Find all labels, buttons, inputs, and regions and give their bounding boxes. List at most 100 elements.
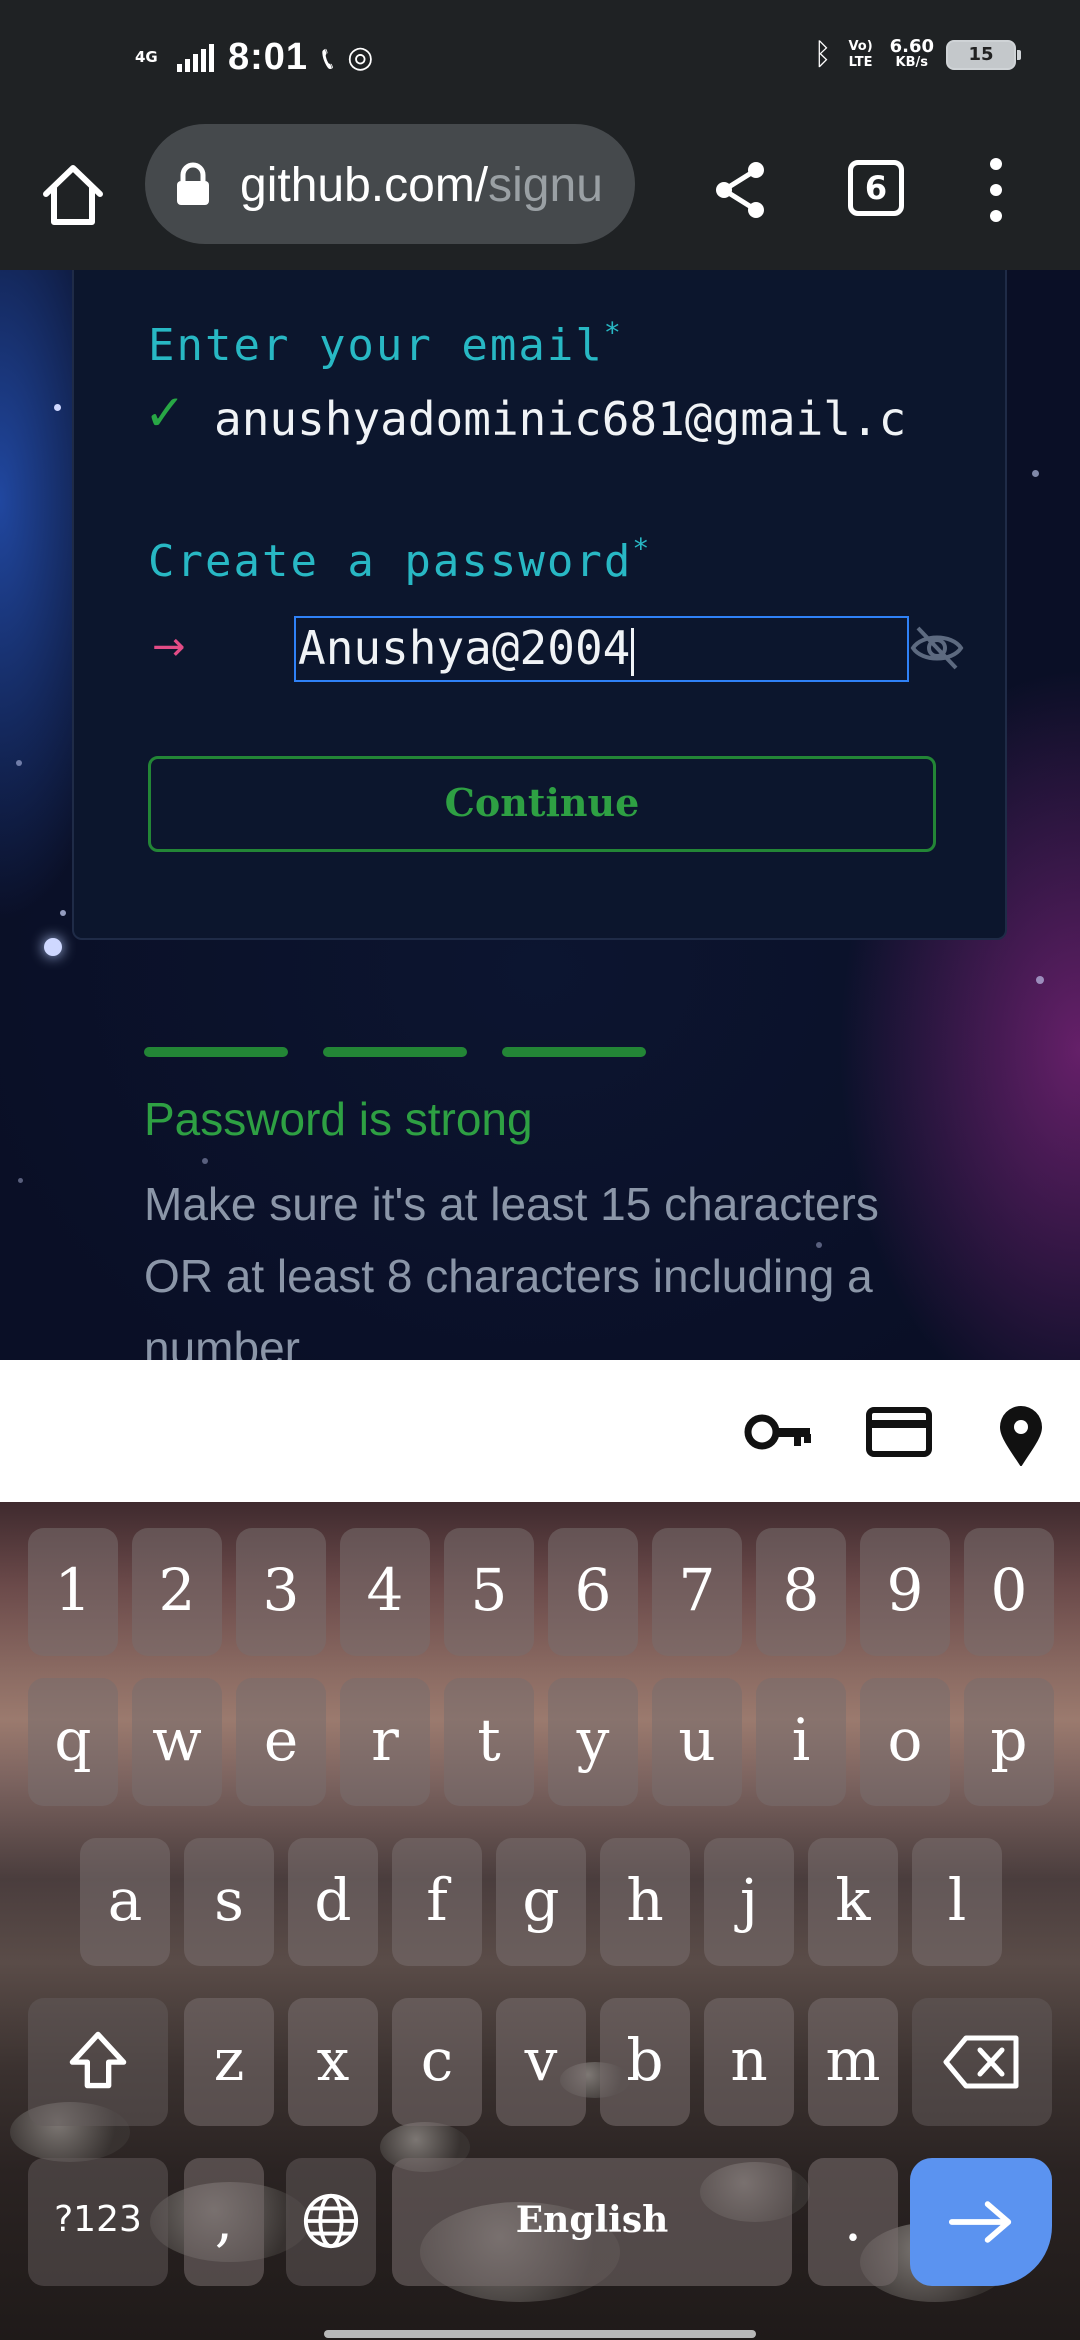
shift-key[interactable]: [28, 1998, 168, 2126]
signup-page: Enter your email* ✓ anushyadominic681@gm…: [0, 270, 1080, 1360]
key-4[interactable]: 4: [340, 1528, 430, 1656]
key-g[interactable]: g: [496, 1838, 586, 1966]
key-y[interactable]: y: [548, 1678, 638, 1806]
background-star: [1036, 976, 1044, 984]
password-strength-text: Password is strong: [144, 1093, 533, 1145]
key-1[interactable]: 1: [28, 1528, 118, 1656]
url-path: signu: [488, 159, 603, 212]
chrome-icon: ◎: [347, 39, 374, 75]
network-speed-value: 6.60: [889, 36, 934, 57]
key-n[interactable]: n: [704, 1998, 794, 2126]
key-2[interactable]: 2: [132, 1528, 222, 1656]
continue-button[interactable]: Continue: [148, 756, 936, 852]
key-7[interactable]: 7: [652, 1528, 742, 1656]
email-label: Enter your email*: [148, 316, 623, 371]
symbols-key[interactable]: ?123: [28, 2158, 168, 2286]
key-r[interactable]: r: [340, 1678, 430, 1806]
key-b[interactable]: b: [600, 1998, 690, 2126]
background-star: [44, 938, 62, 956]
key-z[interactable]: z: [184, 1998, 274, 2126]
key-x[interactable]: x: [288, 1998, 378, 2126]
key-l[interactable]: l: [912, 1838, 1002, 1966]
key-8[interactable]: 8: [756, 1528, 846, 1656]
comma-key[interactable]: ,: [184, 2158, 264, 2286]
home-icon[interactable]: [40, 162, 106, 228]
key-k[interactable]: k: [808, 1838, 898, 1966]
key-c[interactable]: c: [392, 1998, 482, 2126]
password-value: Anushya@2004: [298, 621, 631, 675]
key-q[interactable]: q: [28, 1678, 118, 1806]
eye-slash-icon[interactable]: [910, 624, 964, 672]
key-d[interactable]: d: [288, 1838, 378, 1966]
network-type: 4G: [135, 48, 158, 66]
check-icon: ✓: [144, 384, 186, 442]
background-star: [16, 760, 22, 766]
required-asterisk: *: [603, 316, 623, 349]
phone-call-icon: 📞︎: [322, 38, 334, 77]
background-star: [202, 1158, 208, 1164]
password-input[interactable]: Anushya@2004: [294, 616, 909, 682]
strength-segment-3: [502, 1047, 646, 1057]
key-h[interactable]: h: [600, 1838, 690, 1966]
address-bar[interactable]: github.com/signu: [145, 124, 635, 244]
key-9[interactable]: 9: [860, 1528, 950, 1656]
key-0[interactable]: 0: [964, 1528, 1054, 1656]
period-key[interactable]: .: [808, 2158, 898, 2286]
key-j[interactable]: j: [704, 1838, 794, 1966]
email-label-text: Enter your email: [148, 320, 604, 371]
signal-icon: [177, 43, 214, 72]
key-o[interactable]: o: [860, 1678, 950, 1806]
home-gesture-pill[interactable]: [324, 2330, 756, 2338]
required-asterisk: *: [632, 532, 652, 565]
background-star: [54, 404, 61, 411]
tab-switcher-button[interactable]: 6: [848, 160, 904, 216]
lock-icon: [177, 162, 209, 205]
key-e[interactable]: e: [236, 1678, 326, 1806]
password-label: Create a password*: [148, 532, 651, 587]
key-v[interactable]: v: [496, 1998, 586, 2126]
volte-indicator: Vo) LTE: [848, 39, 873, 70]
battery-icon: 15: [946, 40, 1021, 70]
enter-key[interactable]: [910, 2158, 1052, 2286]
background-star: [18, 1178, 23, 1183]
signup-form-card: Enter your email* ✓ anushyadominic681@gm…: [72, 270, 1007, 940]
bluetooth-icon: ᛒ: [813, 37, 832, 72]
background-star: [1032, 470, 1039, 477]
backspace-key[interactable]: [912, 1998, 1052, 2126]
key-icon[interactable]: [744, 1404, 814, 1460]
key-w[interactable]: w: [132, 1678, 222, 1806]
background-star: [60, 910, 66, 916]
more-menu-icon[interactable]: [990, 158, 1004, 222]
key-a[interactable]: a: [80, 1838, 170, 1966]
key-p[interactable]: p: [964, 1678, 1054, 1806]
key-s[interactable]: s: [184, 1838, 274, 1966]
key-m[interactable]: m: [808, 1998, 898, 2126]
language-key[interactable]: [286, 2158, 376, 2286]
arrow-right-icon: [948, 2201, 1012, 2243]
autofill-bar: [0, 1360, 1080, 1502]
email-field[interactable]: anushyadominic681@gmail.c: [214, 392, 906, 446]
shift-icon: [69, 2031, 127, 2089]
url-text[interactable]: github.com/signu: [240, 158, 603, 213]
key-5[interactable]: 5: [444, 1528, 534, 1656]
share-icon[interactable]: [712, 160, 768, 220]
key-3[interactable]: 3: [236, 1528, 326, 1656]
strength-segment-2: [323, 1047, 467, 1057]
key-u[interactable]: u: [652, 1678, 742, 1806]
clock: 8:01: [228, 36, 309, 78]
network-speed-unit: KB/s: [895, 55, 929, 70]
password-label-text: Create a password: [148, 536, 633, 587]
globe-icon: [303, 2193, 359, 2249]
key-t[interactable]: t: [444, 1678, 534, 1806]
browser-toolbar: github.com/signu 6: [0, 120, 1080, 270]
arrow-prompt-icon: →: [152, 624, 186, 670]
soft-keyboard: 1 2 3 4 5 6 7 8 9 0 q w e r t y u i o p …: [0, 1502, 1080, 2340]
key-i[interactable]: i: [756, 1678, 846, 1806]
key-f[interactable]: f: [392, 1838, 482, 1966]
credit-card-icon[interactable]: [864, 1404, 934, 1460]
location-pin-icon[interactable]: [986, 1400, 1056, 1466]
system-nav-bar: [0, 2286, 1080, 2340]
network-speed: 6.60 KB/s: [889, 36, 934, 71]
space-bar[interactable]: English: [392, 2158, 792, 2286]
key-6[interactable]: 6: [548, 1528, 638, 1656]
